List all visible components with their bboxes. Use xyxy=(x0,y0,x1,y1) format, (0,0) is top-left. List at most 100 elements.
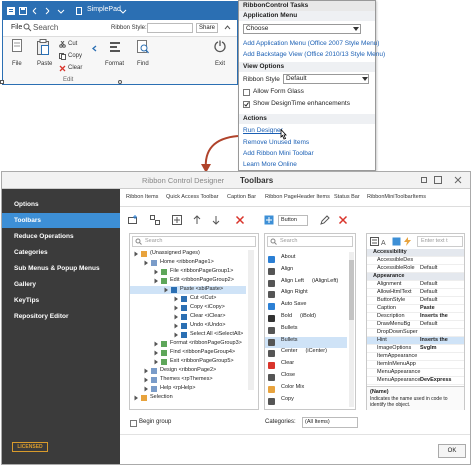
copy-button[interactable]: Copy xyxy=(68,53,82,59)
tab-quick-access-toolbar[interactable]: Quick Access Toolbar xyxy=(166,194,218,200)
property-row[interactable]: ItemAppearance xyxy=(367,353,464,361)
tree-node[interactable]: Clear <iClear> xyxy=(130,313,246,321)
chevron-up-icon[interactable] xyxy=(224,24,231,31)
property-value[interactable]: Default xyxy=(420,265,437,271)
commands-scroll-thumb[interactable] xyxy=(349,260,354,320)
show-designtime-checkbox[interactable] xyxy=(243,101,250,108)
command-item[interactable]: About xyxy=(265,254,347,266)
expand-caret-icon[interactable] xyxy=(174,296,179,302)
file-tab[interactable]: File xyxy=(11,24,22,31)
expand-caret-icon[interactable] xyxy=(144,386,149,392)
arrow-left-icon[interactable] xyxy=(91,45,98,52)
nav-item-reduce-operations[interactable]: Reduce Operations xyxy=(2,229,120,244)
add-item-icon[interactable] xyxy=(172,215,182,225)
property-row[interactable]: DropDownSuper xyxy=(367,329,464,337)
property-row[interactable]: Description Inserts the xyxy=(367,313,464,321)
tree-node[interactable]: Exit <ribbonPageGroup5> xyxy=(130,358,246,366)
ribbon-style-select[interactable]: Default xyxy=(283,74,369,84)
property-value[interactable]: DevExpress xyxy=(420,377,452,383)
add-backstage-link[interactable]: Add Backstage View (Office 2010/13 Style… xyxy=(243,51,385,58)
tab-status-bar[interactable]: Status Bar xyxy=(334,194,360,200)
redo-icon[interactable] xyxy=(43,7,51,15)
share-button[interactable]: Share xyxy=(196,23,218,33)
file-icon[interactable] xyxy=(11,39,23,53)
begin-group-checkbox[interactable] xyxy=(130,420,137,427)
property-value[interactable]: Inserts the xyxy=(420,313,448,319)
property-row[interactable]: DrawMenuBg Default xyxy=(367,321,464,329)
command-item[interactable]: Align Right xyxy=(265,289,347,301)
property-row[interactable]: ButtonStyle Default xyxy=(367,297,464,305)
chevron-down-icon[interactable] xyxy=(362,77,368,82)
command-item[interactable]: Center (iCenter) xyxy=(265,348,347,360)
delete-icon[interactable] xyxy=(235,215,245,225)
property-row[interactable]: MenuAppearance DevExpress xyxy=(367,377,464,385)
find-button-label[interactable]: Find xyxy=(137,61,149,67)
add-page-icon[interactable] xyxy=(128,215,138,225)
tree-node[interactable]: Themes <rpThemes> xyxy=(130,376,246,384)
property-value[interactable]: SvgIm xyxy=(420,345,437,351)
nav-item-keytips[interactable]: KeyTips xyxy=(2,293,120,308)
commands-scrollbar[interactable] xyxy=(349,252,354,407)
property-value[interactable]: Default xyxy=(420,289,437,295)
tree-scrollbar[interactable] xyxy=(248,250,254,390)
search-label[interactable]: Search xyxy=(33,23,58,32)
property-row[interactable]: AccessibleRole Default xyxy=(367,265,464,273)
tree-node[interactable]: Edit <ribbonPageGroup2> xyxy=(130,277,246,285)
expand-caret-icon[interactable] xyxy=(164,287,169,293)
move-up-icon[interactable] xyxy=(192,215,202,225)
tree-node[interactable]: Find <ribbonPageGroup4> xyxy=(130,349,246,357)
customize-qat-icon[interactable] xyxy=(57,7,65,15)
tree-node[interactable]: Undo <iUndo> xyxy=(130,322,246,330)
ribbon-style-select[interactable] xyxy=(147,23,193,33)
property-row[interactable]: ImageOptions SvgIm xyxy=(367,345,464,353)
clear-icon[interactable] xyxy=(59,65,66,72)
expand-caret-icon[interactable] xyxy=(174,332,179,338)
events-icon[interactable] xyxy=(403,237,412,246)
tree-node[interactable]: Help <rpHelp> xyxy=(130,385,246,393)
property-row[interactable]: AllowHtmlText Default xyxy=(367,289,464,297)
save-icon[interactable] xyxy=(19,7,27,15)
tab-caption-bar[interactable]: Caption Bar xyxy=(227,194,256,200)
tree-node[interactable]: Design <ribbonPage2> xyxy=(130,367,246,375)
tree-node[interactable]: Home <ribbonPage1> xyxy=(130,259,246,267)
find-icon[interactable] xyxy=(137,40,149,54)
search-icon[interactable] xyxy=(23,23,32,32)
undo-icon[interactable] xyxy=(31,7,39,15)
exit-icon[interactable] xyxy=(213,40,227,54)
expand-caret-icon[interactable] xyxy=(154,269,159,275)
tree-node[interactable]: Paste <sbiPaste> xyxy=(130,286,246,294)
chevron-down-icon[interactable] xyxy=(119,7,127,15)
nav-item-options[interactable]: Options xyxy=(2,197,120,212)
command-item[interactable]: Bullets xyxy=(265,325,347,337)
tree-node[interactable]: Select All <iSelectAll> xyxy=(130,331,246,339)
format-icon[interactable] xyxy=(109,41,121,53)
close-icon[interactable] xyxy=(454,176,462,184)
maximize-icon[interactable] xyxy=(434,176,442,184)
property-value[interactable]: Paste xyxy=(420,305,435,311)
command-item[interactable]: Bullets xyxy=(265,336,347,349)
allow-form-glass-checkbox[interactable] xyxy=(243,89,250,96)
add-group-icon[interactable] xyxy=(150,215,160,225)
property-category[interactable]: Appearance xyxy=(367,273,464,281)
nav-item-sub-menus[interactable]: Sub Menus & Popup Menus xyxy=(2,261,120,276)
expand-caret-icon[interactable] xyxy=(174,305,179,311)
tree-node[interactable]: Cut <iCut> xyxy=(130,295,246,303)
tree-node[interactable]: (Unassigned Pages) xyxy=(130,250,246,258)
add-app-menu-link[interactable]: Add Application Menu (Office 2007 Style … xyxy=(243,40,379,47)
file-button-label[interactable]: File xyxy=(12,61,22,67)
choose-select[interactable]: Choose xyxy=(243,24,361,34)
tree-node[interactable]: File <ribbonPageGroup1> xyxy=(130,268,246,276)
tree-node[interactable]: Copy <iCopy> xyxy=(130,304,246,312)
tree-search-input[interactable]: Search xyxy=(132,236,256,247)
tree-node[interactable]: Selection xyxy=(130,394,246,402)
paste-button-label[interactable]: Paste xyxy=(37,61,52,67)
nav-item-gallery[interactable]: Gallery xyxy=(2,277,120,292)
property-value[interactable]: Inserts the xyxy=(420,337,448,343)
cut-button[interactable]: Cut xyxy=(68,41,77,47)
commands-search-input[interactable]: Search xyxy=(267,236,353,247)
expand-caret-icon[interactable] xyxy=(174,323,179,329)
expand-caret-icon[interactable] xyxy=(144,377,149,383)
add-mini-toolbar-link[interactable]: Add Ribbon Mini Toolbar xyxy=(243,150,314,157)
expand-caret-icon[interactable] xyxy=(144,260,149,266)
expand-caret-icon[interactable] xyxy=(144,368,149,374)
